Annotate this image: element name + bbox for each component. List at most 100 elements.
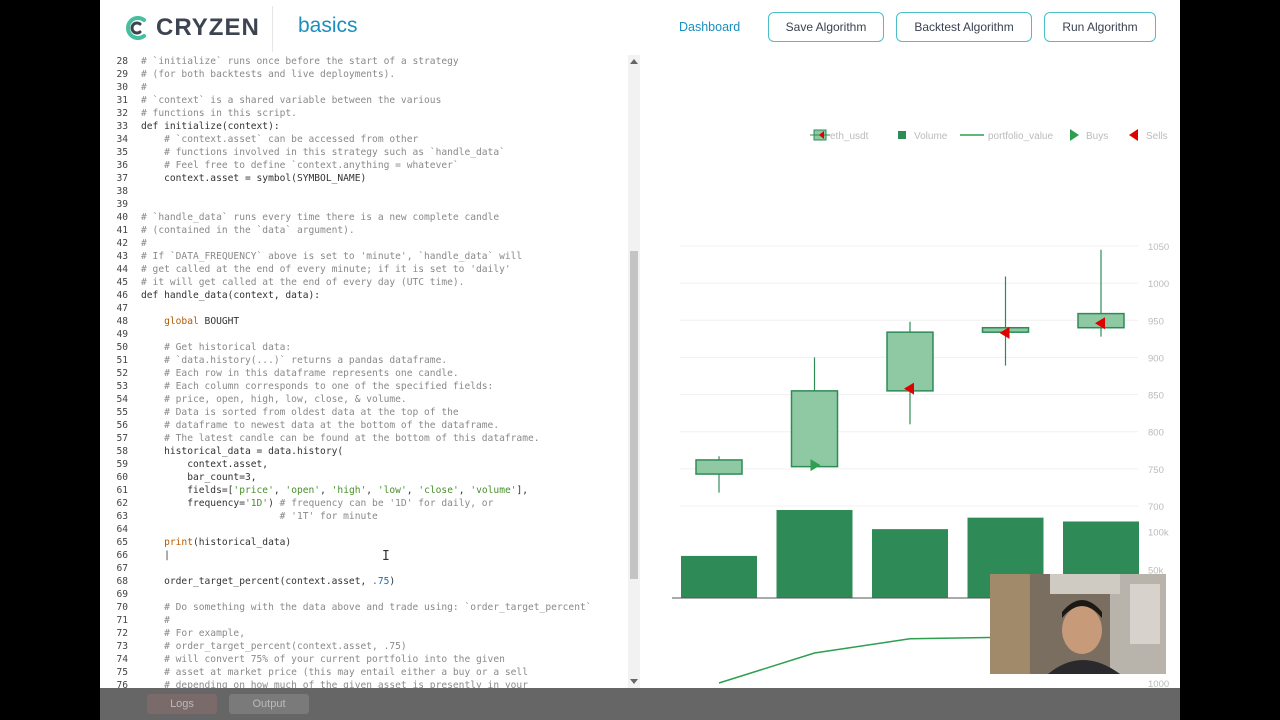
code-line[interactable]: # functions in this script. — [141, 108, 297, 119]
line-number: 40 — [116, 212, 128, 223]
line-number: 28 — [116, 56, 128, 67]
line-number: 69 — [116, 589, 128, 600]
code-line[interactable]: # For example, — [141, 628, 245, 639]
top-navbar: CRYZEN basics Dashboard Save Algorithm B… — [100, 0, 1180, 55]
code-line[interactable]: # asset at market price (this may entail… — [141, 667, 528, 678]
volume-bar — [776, 510, 853, 598]
line-number: 68 — [116, 576, 128, 587]
line-number: 52 — [116, 368, 128, 379]
line-number: 66 — [116, 550, 128, 561]
code-line[interactable]: context.asset, — [141, 459, 268, 470]
code-line[interactable]: # The latest candle can be found at the … — [141, 433, 539, 444]
code-line[interactable]: # `initialize` runs once before the star… — [141, 56, 459, 67]
code-line[interactable]: print(historical_data) — [141, 537, 291, 548]
code-line[interactable]: bar_count=3, — [141, 472, 256, 483]
legend-buy-swatch — [1070, 129, 1079, 141]
code-line[interactable]: fields=['price', 'open', 'high', 'low', … — [141, 485, 528, 496]
code-line[interactable]: # functions involved in this strategy su… — [141, 147, 505, 158]
code-line[interactable]: # order_target_percent(context.asset, .7… — [141, 641, 407, 652]
text-cursor-icon: I — [382, 549, 390, 564]
editor-scrollbar[interactable] — [628, 55, 640, 688]
line-number: 70 — [116, 602, 128, 613]
line-number: 46 — [116, 290, 128, 301]
code-line[interactable]: # — [141, 238, 147, 249]
dashboard-link[interactable]: Dashboard — [679, 20, 740, 34]
app-window: CRYZEN basics Dashboard Save Algorithm B… — [100, 0, 1180, 720]
legend-volume-swatch — [898, 131, 906, 139]
run-algorithm-button[interactable]: Run Algorithm — [1044, 12, 1156, 42]
line-number: 74 — [116, 654, 128, 665]
logs-tab[interactable]: Logs — [147, 694, 217, 714]
legend-label: portfolio_value — [988, 131, 1053, 142]
code-line[interactable]: frequency='1D') # frequency can be '1D' … — [141, 498, 493, 509]
code-editor[interactable]: 28 # `initialize` runs once before the st… — [100, 55, 640, 688]
code-line[interactable]: global BOUGHT — [141, 316, 239, 327]
line-number: 38 — [116, 186, 128, 197]
logo-text: CRYZEN — [156, 14, 260, 41]
code-line[interactable]: # Each column corresponds to one of the … — [141, 381, 493, 392]
line-number: 34 — [116, 134, 128, 145]
code-line[interactable]: # `context.asset` can be accessed from o… — [141, 134, 418, 145]
cryzen-logo[interactable]: CRYZEN — [122, 12, 260, 44]
code-line[interactable]: context.asset = symbol(SYMBOL_NAME) — [141, 173, 366, 184]
scrollbar-thumb[interactable] — [630, 251, 638, 579]
code-line[interactable]: # (contained in the `data` argument). — [141, 225, 355, 236]
save-algorithm-button[interactable]: Save Algorithm — [768, 12, 884, 42]
code-line[interactable]: # it will get called at the end of every… — [141, 277, 464, 288]
code-line[interactable]: # — [141, 615, 170, 626]
code-line[interactable]: historical_data = data.history( — [141, 446, 343, 457]
line-number: 29 — [116, 69, 128, 80]
volume-bar — [872, 529, 948, 598]
code-line[interactable]: # will convert 75% of your current portf… — [141, 654, 505, 665]
legend-label: eth_usdt — [830, 131, 869, 142]
code-line[interactable]: def handle_data(context, data): — [141, 290, 320, 301]
code-line[interactable]: # Data is sorted from oldest data at the… — [141, 407, 459, 418]
price-tick-label: 1000 — [1148, 279, 1169, 290]
code-line[interactable]: # Feel free to define `context.anything … — [141, 160, 459, 171]
webcam-overlay — [990, 574, 1166, 674]
code-line[interactable]: # '1T' for minute — [141, 511, 378, 522]
scroll-down-icon[interactable] — [630, 679, 638, 684]
legend-label: Sells — [1146, 131, 1168, 142]
code-line[interactable]: # depending on how much of the given ass… — [141, 680, 528, 688]
line-number: 48 — [116, 316, 128, 327]
line-number: 57 — [116, 433, 128, 444]
line-number: 55 — [116, 407, 128, 418]
code-line[interactable]: # Each row in this dataframe represents … — [141, 368, 459, 379]
line-number: 73 — [116, 641, 128, 652]
code-line[interactable]: # `context` is a shared variable between… — [141, 95, 441, 106]
price-tick-label: 750 — [1148, 465, 1164, 476]
line-number: 43 — [116, 251, 128, 262]
output-tab[interactable]: Output — [229, 694, 309, 714]
code-line[interactable]: # get called at the end of every minute;… — [141, 264, 511, 275]
code-line[interactable]: # Get historical data: — [141, 342, 291, 353]
code-line[interactable]: order_target_percent(context.asset, .75) — [141, 576, 395, 587]
code-line[interactable]: # `handle_data` runs every time there is… — [141, 212, 499, 223]
line-number: 64 — [116, 524, 128, 535]
line-number: 54 — [116, 394, 128, 405]
line-number: 44 — [116, 264, 128, 275]
line-number: 67 — [116, 563, 128, 574]
code-line[interactable]: # dataframe to newest data at the bottom… — [141, 420, 499, 431]
line-number: 37 — [116, 173, 128, 184]
line-number: 50 — [116, 342, 128, 353]
project-name: basics — [298, 14, 358, 37]
code-line[interactable]: # Do something with the data above and t… — [141, 602, 591, 613]
line-number: 59 — [116, 459, 128, 470]
code-line[interactable]: # (for both backtests and live deploymen… — [141, 69, 395, 80]
line-number: 63 — [116, 511, 128, 522]
legend-sell-swatch — [1129, 129, 1138, 141]
line-number: 49 — [116, 329, 128, 340]
backtest-algorithm-button[interactable]: Backtest Algorithm — [896, 12, 1032, 42]
code-line[interactable]: # If `DATA_FREQUENCY` above is set to 'm… — [141, 251, 522, 262]
code-line[interactable]: # `data.history(...)` returns a pandas d… — [141, 355, 447, 366]
code-line[interactable]: # — [141, 82, 147, 93]
volume-bar — [681, 555, 757, 598]
scroll-up-icon[interactable] — [630, 59, 638, 64]
line-number: 42 — [116, 238, 128, 249]
code-line[interactable]: def initialize(context): — [141, 121, 280, 132]
code-line[interactable]: | — [141, 550, 170, 561]
price-tick-label: 950 — [1148, 316, 1164, 327]
code-line[interactable]: # price, open, high, low, close, & volum… — [141, 394, 407, 405]
line-number: 45 — [116, 277, 128, 288]
